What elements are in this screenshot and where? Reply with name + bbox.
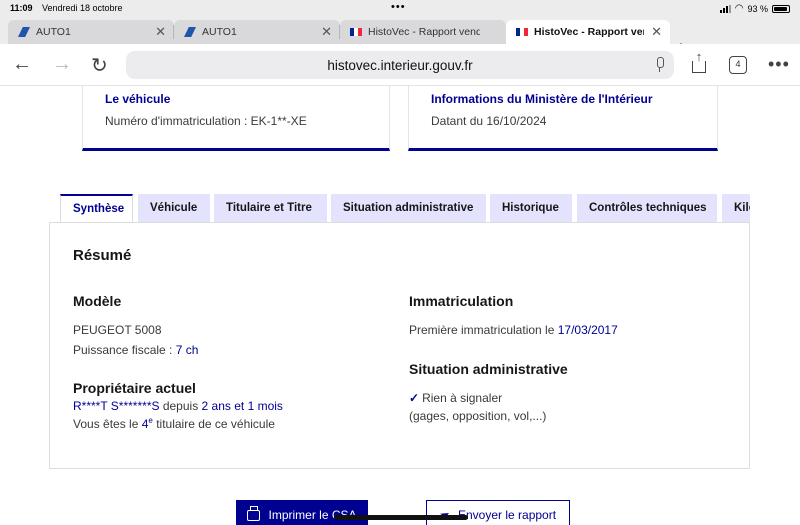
owner-rank-suffix: titulaire de ce véhicule [152, 417, 275, 431]
browser-tab-label: AUTO1 [202, 26, 237, 38]
status-bar: 11:09 Vendredi 18 octobre ••• ◠ 93 % [0, 0, 800, 18]
auto1-logo-icon [18, 27, 30, 37]
reload-icon[interactable]: ↻ [91, 53, 108, 78]
admin-status-heading: Situation administrative [409, 361, 568, 377]
browser-tab[interactable]: HistoVec - Rapport vendeur [340, 20, 506, 44]
owner-name: R****T S*******S [73, 399, 160, 413]
home-indicator[interactable] [334, 515, 468, 520]
browser-toolbar: ← → ↻ histovec.interieur.gouv.fr ↑ 4 ••• [0, 44, 800, 86]
french-flag-icon [350, 28, 362, 36]
owner-rank-number: 4e [142, 416, 153, 431]
status-indicators: ◠ 93 % [719, 3, 790, 14]
browser-tab-label: AUTO1 [36, 26, 71, 38]
auto1-logo-icon [184, 27, 196, 37]
checkmark-icon: ✓ [409, 391, 420, 405]
report-actions: Imprimer le CSA ➤ Envoyer le rapport [0, 500, 800, 525]
tab-kilometrage[interactable]: Kilométrage [722, 194, 750, 222]
summary-heading: Résumé [73, 247, 132, 264]
date: Vendredi 18 octobre [42, 3, 123, 13]
ministry-card-title: Informations du Ministère de l'Intérieur [431, 92, 653, 106]
owner-since-label: depuis [159, 399, 202, 413]
owner-since-value: 2 ans et 1 mois [201, 399, 283, 413]
page-content: Le véhicule Numéro d'immatriculation : E… [0, 86, 800, 525]
ministry-card-value: Datant du 16/10/2024 [431, 114, 546, 128]
send-report-button[interactable]: ➤ Envoyer le rapport [426, 500, 570, 525]
send-report-label: Envoyer le rapport [458, 508, 557, 522]
battery-percent: 93 % [747, 3, 768, 14]
report-tabs: Synthèse Véhicule Titulaire et Titre Sit… [60, 194, 750, 222]
owner-line: R****T S*******S depuis 2 ans et 1 mois [73, 399, 283, 413]
owner-heading: Propriétaire actuel [73, 380, 196, 396]
first-registration-label: Première immatriculation le [409, 323, 558, 337]
print-csa-button[interactable]: Imprimer le CSA [236, 500, 368, 525]
tab-controles-techniques[interactable]: Contrôles techniques [577, 194, 717, 222]
clock: 11:09 [10, 3, 33, 13]
owner-rank-prefix: Vous êtes le [73, 417, 142, 431]
close-tab-icon[interactable]: ✕ [155, 24, 166, 40]
browser-tab-strip: AUTO1 ✕ AUTO1 ✕ HistoVec - Rapport vende… [0, 18, 800, 57]
browser-tab-active[interactable]: HistoVec - Rapport vendeur ✕ [506, 20, 670, 44]
model-name: PEUGEOT 5008 [73, 323, 162, 337]
registration-heading: Immatriculation [409, 293, 514, 309]
browser-tab-label: HistoVec - Rapport vendeur [368, 26, 480, 38]
browser-tab[interactable]: AUTO1 ✕ [174, 20, 340, 44]
vehicle-card-value: Numéro d'immatriculation : EK-1**-XE [105, 114, 307, 128]
microphone-icon[interactable] [655, 57, 664, 72]
battery-icon [772, 4, 790, 13]
date-value: 16/10/2024 [486, 114, 547, 128]
more-options-icon[interactable]: ••• [768, 54, 790, 75]
plate-label: Numéro d'immatriculation : [105, 114, 251, 128]
fiscal-power: Puissance fiscale : 7 ch [73, 343, 198, 357]
tab-synthese[interactable]: Synthèse [60, 194, 133, 222]
fiscal-power-label: Puissance fiscale : [73, 343, 176, 357]
tab-historique[interactable]: Historique [490, 194, 572, 222]
signal-icon [719, 4, 731, 13]
admin-status: ✓ Rien à signaler [409, 391, 502, 405]
browser-tab[interactable]: AUTO1 ✕ [8, 20, 174, 44]
fiscal-power-value: 7 ch [175, 343, 199, 357]
close-tab-icon[interactable]: ✕ [651, 24, 662, 40]
model-heading: Modèle [73, 293, 122, 309]
url-text: histovec.interieur.gouv.fr [327, 57, 473, 73]
tab-count-button[interactable]: 4 [729, 56, 747, 74]
date-label: Datant du [431, 114, 487, 128]
vehicle-card: Le véhicule Numéro d'immatriculation : E… [82, 86, 390, 151]
summary-panel: Résumé Modèle PEUGEOT 5008 Puissance fis… [49, 222, 750, 469]
vehicle-card-title: Le véhicule [105, 92, 171, 106]
wifi-icon: ◠ [734, 3, 744, 14]
admin-status-details: (gages, opposition, vol,...) [409, 409, 547, 423]
tab-titulaire[interactable]: Titulaire et Titre [214, 194, 327, 222]
printer-icon [247, 505, 261, 521]
ministry-card: Informations du Ministère de l'Intérieur… [408, 86, 718, 151]
first-registration: Première immatriculation le 17/03/2017 [409, 323, 618, 337]
forward-arrow-icon[interactable]: → [52, 53, 72, 76]
first-registration-date: 17/03/2017 [557, 323, 618, 337]
admin-status-text: Rien à signaler [422, 391, 503, 405]
browser-tab-label: HistoVec - Rapport vendeur [534, 26, 644, 38]
address-bar[interactable]: histovec.interieur.gouv.fr [126, 51, 674, 79]
tab-situation-administrative[interactable]: Situation administrative [331, 194, 486, 222]
share-icon[interactable]: ↑ [691, 49, 707, 73]
plate-value: EK-1**-XE [250, 114, 307, 128]
tab-vehicule[interactable]: Véhicule [138, 194, 210, 222]
close-tab-icon[interactable]: ✕ [321, 24, 332, 40]
back-arrow-icon[interactable]: ← [12, 53, 32, 76]
owner-rank: Vous êtes le 4e titulaire de ce véhicule [73, 416, 275, 431]
french-flag-icon [516, 28, 528, 36]
multitask-dots-icon[interactable]: ••• [391, 1, 406, 13]
